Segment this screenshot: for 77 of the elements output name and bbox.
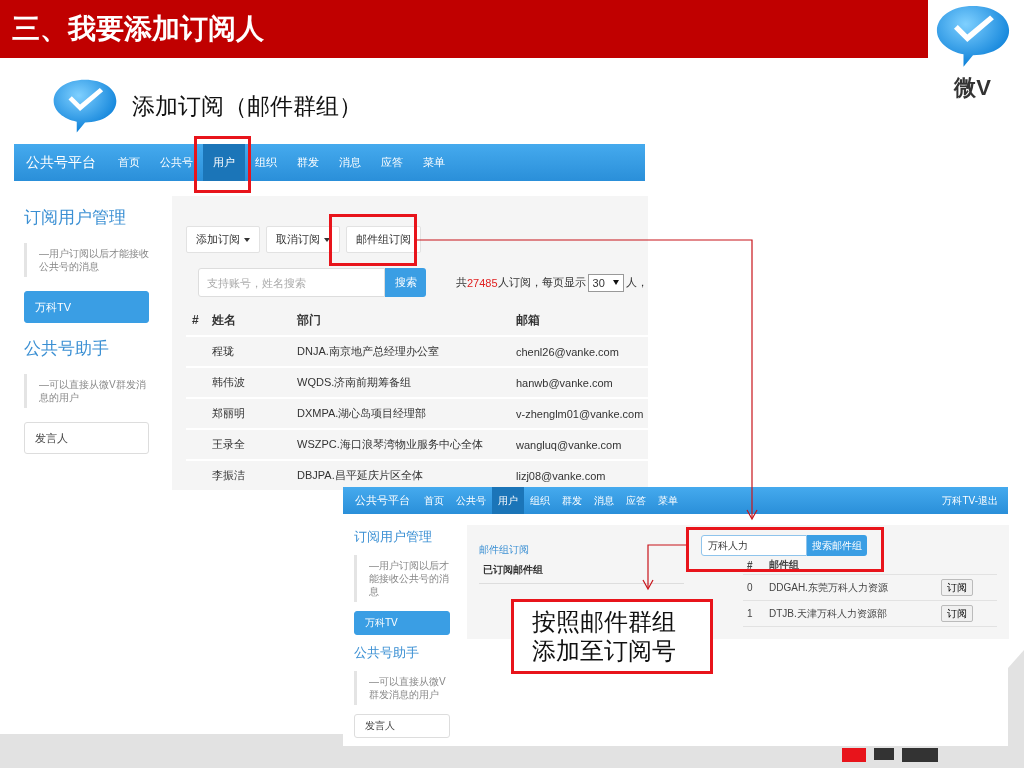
nav-tab[interactable]: 组织 [524, 487, 556, 514]
nav-tab[interactable]: 应答 [371, 144, 413, 181]
search-field[interactable]: 支持账号，姓名搜索 [198, 268, 385, 297]
logo-text: 微V [954, 73, 991, 102]
summary-text: 人， [625, 275, 648, 290]
nav-tab[interactable]: 群发 [287, 144, 329, 181]
page-size-select[interactable]: 30 [587, 273, 624, 292]
sidebar-heading: 公共号助手 [354, 644, 420, 662]
table-cell-text: DXMPA.湖心岛项目经理部 [297, 406, 428, 421]
column-header: # [192, 313, 200, 327]
nav-tab[interactable]: 应答 [620, 487, 652, 514]
table-cell-text: wangluq@vanke.com [516, 438, 623, 451]
nav-tab[interactable]: 消息 [329, 144, 371, 181]
table-cell-text: 程珑 [212, 344, 235, 359]
nav-tab[interactable]: 用户 [492, 487, 524, 514]
table-cell-text: DDGAH.东莞万科人力资源 [769, 580, 889, 595]
nav-tab[interactable]: 公共号 [150, 144, 203, 181]
column-header: 部门 [297, 311, 322, 329]
callout-text: 按照邮件群组 [532, 608, 677, 637]
sidebar-heading: 订阅用户管理 [354, 528, 433, 546]
group-search-field[interactable]: 万科人力 [701, 535, 807, 556]
sidebar-note: —用户订阅以后才能接收公共号的消息 [354, 555, 450, 602]
table-cell-text: 1 [747, 608, 754, 619]
nav-tab[interactable]: 首页 [418, 487, 450, 514]
table-cell-text: DBJPA.昌平延庆片区全体 [297, 468, 424, 483]
nav-tab[interactable]: 公共号 [450, 487, 492, 514]
toolbar-button[interactable]: 添加订阅 [186, 226, 260, 253]
toolbar-button[interactable]: 取消订阅 [266, 226, 340, 253]
nav-tab[interactable]: 用户 [203, 144, 245, 181]
sidebar-note: —用户订阅以后才能接收公共号的消息 [24, 243, 149, 277]
table-cell-text: lizj08@vanke.com [516, 469, 607, 482]
subscribe-button[interactable]: 订阅 [941, 579, 973, 596]
callout-text: 添加至订阅号 [532, 637, 677, 666]
column-header: 邮件组 [769, 558, 800, 572]
column-header: 已订阅邮件组 [479, 557, 684, 584]
nav-tab[interactable]: 消息 [588, 487, 620, 514]
brand-title: 公共号平台 [25, 153, 97, 172]
table-cell-text: DTJB.天津万科人力资源部 [769, 606, 888, 621]
sidebar-heading: 订阅用户管理 [24, 207, 127, 229]
subscribe-button[interactable]: 订阅 [941, 605, 973, 622]
table-cell-text: 0 [747, 582, 754, 593]
table-cell-text: chenl26@vanke.com [516, 345, 620, 358]
account-item[interactable]: 发言人 [354, 714, 450, 738]
table-cell-text: WQDS.济南前期筹备组 [297, 375, 413, 390]
search-button[interactable]: 搜索 [385, 268, 426, 297]
subscriber-count: 27485 [467, 276, 498, 289]
toolbar-button[interactable]: 邮件组订阅 [346, 226, 421, 253]
summary-text: 共 [456, 275, 467, 290]
sidebar-note: —可以直接从微V群发消息的用户 [354, 671, 450, 705]
search-group-button[interactable]: 搜索邮件组 [807, 535, 867, 556]
account-item[interactable]: 万科TV [354, 611, 450, 635]
sidebar-heading: 公共号助手 [24, 338, 110, 360]
nav-tab[interactable]: 首页 [108, 144, 150, 181]
panel-title: 邮件组订阅 [479, 543, 530, 557]
brand-title: 公共号平台 [354, 493, 411, 508]
nav-tab[interactable]: 菜单 [413, 144, 455, 181]
account-item[interactable]: 万科TV [24, 291, 149, 323]
nav-tab[interactable]: 组织 [245, 144, 287, 181]
sidebar-note: —可以直接从微V群发消息的用户 [24, 374, 149, 408]
nav-tab[interactable]: 群发 [556, 487, 588, 514]
table-cell-text: v-zhenglm01@vanke.com [516, 407, 645, 420]
table-cell-text: 李振洁 [212, 468, 246, 483]
column-header: # [747, 559, 754, 571]
logout-link[interactable]: 万科TV-退出 [942, 493, 1008, 508]
account-item[interactable]: 发言人 [24, 422, 149, 454]
table-cell-text: 王录全 [212, 437, 246, 452]
slide-subtitle: 添加订阅（邮件群组） [132, 92, 362, 121]
column-header: 邮箱 [516, 311, 541, 329]
table-cell-text: hanwb@vanke.com [516, 376, 614, 389]
table-cell-text: WSZPC.海口浪琴湾物业服务中心全体 [297, 437, 484, 452]
summary-text: 人订阅，每页显示 [497, 275, 586, 290]
table-cell-text: 郑丽明 [212, 406, 246, 421]
table-cell-text: DNJA.南京地产总经理办公室 [297, 344, 440, 359]
slide-title: 三、我要添加订阅人 [12, 12, 264, 46]
column-header: 姓名 [212, 311, 237, 329]
table-cell-text: 韩伟波 [212, 375, 246, 390]
nav-tab[interactable]: 菜单 [652, 487, 684, 514]
